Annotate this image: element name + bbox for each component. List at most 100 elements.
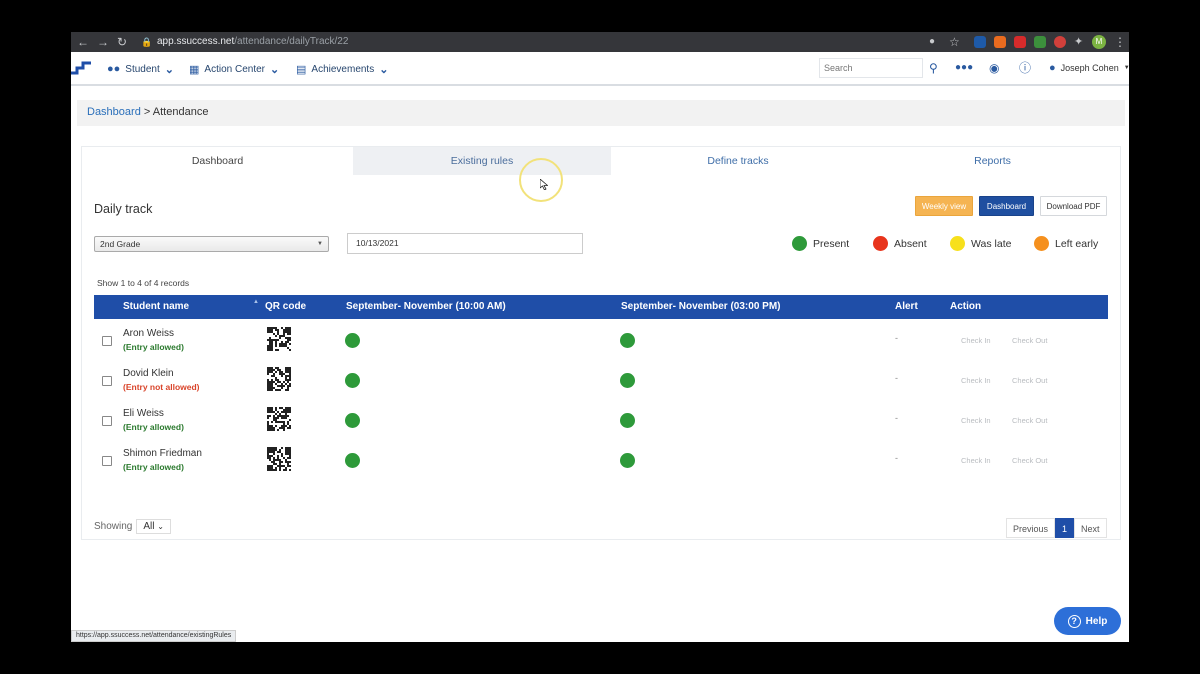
lock-icon: 🔒	[141, 37, 153, 47]
tab-bar: Dashboard Existing rules Define tracks R…	[82, 147, 1120, 175]
table-row: Aron Weiss (Entry allowed) - Check In Ch…	[94, 321, 1108, 361]
check-out-button[interactable]: Check Out	[1012, 376, 1047, 385]
student-name: Eli Weiss	[123, 408, 164, 419]
present-dot-icon	[620, 333, 635, 348]
question-icon: ?	[1067, 614, 1081, 628]
next-page-button[interactable]: Next	[1074, 518, 1107, 538]
breadcrumb-separator: >	[143, 106, 151, 118]
present-dot-icon	[620, 373, 635, 388]
globe-icon[interactable]: ◉	[989, 60, 999, 76]
entry-status: (Entry not allowed)	[123, 382, 200, 392]
address-bar[interactable]: 🔒 app.ssuccess.net/attendance/dailyTrack…	[137, 34, 929, 50]
chevron-down-icon: ⌄	[157, 522, 164, 531]
nav-student[interactable]: ●● Student ⌄	[107, 60, 174, 78]
puzzle-icon[interactable]: ✦	[1074, 34, 1083, 50]
user-icon: ●	[1049, 62, 1056, 74]
browser-toolbar: ← → ↻ 🔒 app.ssuccess.net/attendance/dail…	[71, 32, 1129, 52]
kebab-menu-icon[interactable]: ⋮	[1114, 34, 1126, 50]
qr-code-icon[interactable]	[267, 367, 291, 391]
bookmark-star-icon[interactable]: ☆	[949, 34, 960, 50]
nav-student-label: Student	[125, 63, 160, 75]
dashboard-button[interactable]: Dashboard	[979, 196, 1034, 216]
user-menu[interactable]: ● Joseph Cohen ▼	[1049, 62, 1129, 74]
breadcrumb-dashboard-link[interactable]: Dashboard	[87, 106, 141, 118]
mouse-pointer-icon	[540, 179, 548, 190]
legend-left-early: Left early	[1034, 236, 1098, 251]
extension-icon[interactable]	[1034, 36, 1046, 48]
grade-select[interactable]: 2nd Grade ▼	[94, 236, 329, 252]
status-bar-url: https://app.ssuccess.net/attendance/exis…	[71, 630, 237, 642]
profile-avatar[interactable]: M	[1092, 35, 1106, 49]
page-title: Daily track	[94, 202, 153, 216]
tab-define-tracks[interactable]: Define tracks	[611, 147, 865, 175]
check-out-button[interactable]: Check Out	[1012, 336, 1047, 345]
page-size-select[interactable]: All ⌄	[136, 519, 171, 534]
qr-code-icon[interactable]	[267, 407, 291, 431]
qr-code-icon[interactable]	[267, 447, 291, 471]
present-dot-icon	[620, 413, 635, 428]
check-in-button[interactable]: Check In	[961, 376, 991, 385]
previous-page-button[interactable]: Previous	[1006, 518, 1056, 538]
records-count: Show 1 to 4 of 4 records	[97, 278, 190, 288]
present-dot-icon	[792, 236, 807, 251]
row-checkbox[interactable]	[102, 336, 112, 346]
present-dot-icon	[620, 453, 635, 468]
grade-select-value: 2nd Grade	[100, 239, 141, 249]
extension-icon[interactable]	[994, 36, 1006, 48]
student-name: Aron Weiss	[123, 328, 174, 339]
student-name: Shimon Friedman	[123, 448, 202, 459]
users-icon: ●●	[107, 63, 121, 75]
left-early-dot-icon	[1034, 236, 1049, 251]
breadcrumb: Dashboard > Attendance	[77, 100, 1125, 126]
nav-achievements[interactable]: ▤ Achievements ⌄	[296, 60, 388, 78]
header-student-name[interactable]: Student name	[123, 295, 189, 319]
page-size-value: All	[143, 521, 155, 532]
date-input[interactable]: 10/13/2021	[347, 233, 583, 254]
app-navbar: ●● Student ⌄ ▦ Action Center ⌄ ▤ Achieve…	[71, 52, 1129, 86]
search-icon[interactable]: ⚲	[929, 60, 938, 76]
table-row: Eli Weiss (Entry allowed) - Check In Che…	[94, 401, 1108, 441]
tab-existing-rules[interactable]: Existing rules	[353, 147, 611, 175]
reload-icon[interactable]: ↻	[117, 34, 127, 50]
back-icon[interactable]: ←	[77, 34, 89, 50]
extension-icon[interactable]	[1014, 36, 1026, 48]
search-input[interactable]	[819, 58, 923, 78]
tab-reports[interactable]: Reports	[865, 147, 1120, 175]
legend-label: Present	[813, 237, 850, 250]
group-icon[interactable]: ●●●	[955, 60, 973, 76]
nav-action-center[interactable]: ▦ Action Center ⌄	[189, 60, 279, 78]
present-dot-icon	[345, 373, 360, 388]
forward-icon[interactable]: →	[97, 34, 109, 50]
check-in-button[interactable]: Check In	[961, 416, 991, 425]
extension-icon[interactable]	[1054, 36, 1066, 48]
select-arrow-icon: ▼	[317, 241, 323, 247]
info-icon[interactable]: ⓘ	[1019, 60, 1031, 76]
check-in-button[interactable]: Check In	[961, 456, 991, 465]
check-out-button[interactable]: Check Out	[1012, 456, 1047, 465]
row-checkbox[interactable]	[102, 376, 112, 386]
header-qr-code: QR code	[265, 301, 307, 312]
weekly-view-button[interactable]: Weekly view	[915, 196, 973, 216]
table-header: Student name ▲ QR code September- Novemb…	[94, 295, 1108, 319]
legend-label: Left early	[1055, 237, 1099, 250]
help-button[interactable]: ? Help	[1054, 607, 1121, 635]
caret-down-icon: ▼	[1123, 65, 1129, 71]
present-dot-icon	[345, 453, 360, 468]
extension-icon[interactable]	[974, 36, 986, 48]
check-in-button[interactable]: Check In	[961, 336, 991, 345]
logo-icon[interactable]	[71, 59, 93, 77]
row-checkbox[interactable]	[102, 416, 112, 426]
tab-dashboard[interactable]: Dashboard	[82, 147, 353, 175]
legend-was-late: Was late	[950, 236, 1011, 251]
help-label: Help	[1085, 615, 1108, 627]
qr-code-icon[interactable]	[267, 327, 291, 351]
page-1-button[interactable]: 1	[1055, 518, 1075, 538]
alert-value: -	[895, 373, 898, 383]
location-pin-icon[interactable]: ●	[929, 34, 935, 50]
chevron-down-icon: ⌄	[379, 63, 389, 76]
check-out-button[interactable]: Check Out	[1012, 416, 1047, 425]
download-pdf-button[interactable]: Download PDF	[1040, 196, 1107, 216]
alert-value: -	[895, 413, 898, 423]
sort-icon[interactable]: ▲	[253, 299, 259, 305]
row-checkbox[interactable]	[102, 456, 112, 466]
